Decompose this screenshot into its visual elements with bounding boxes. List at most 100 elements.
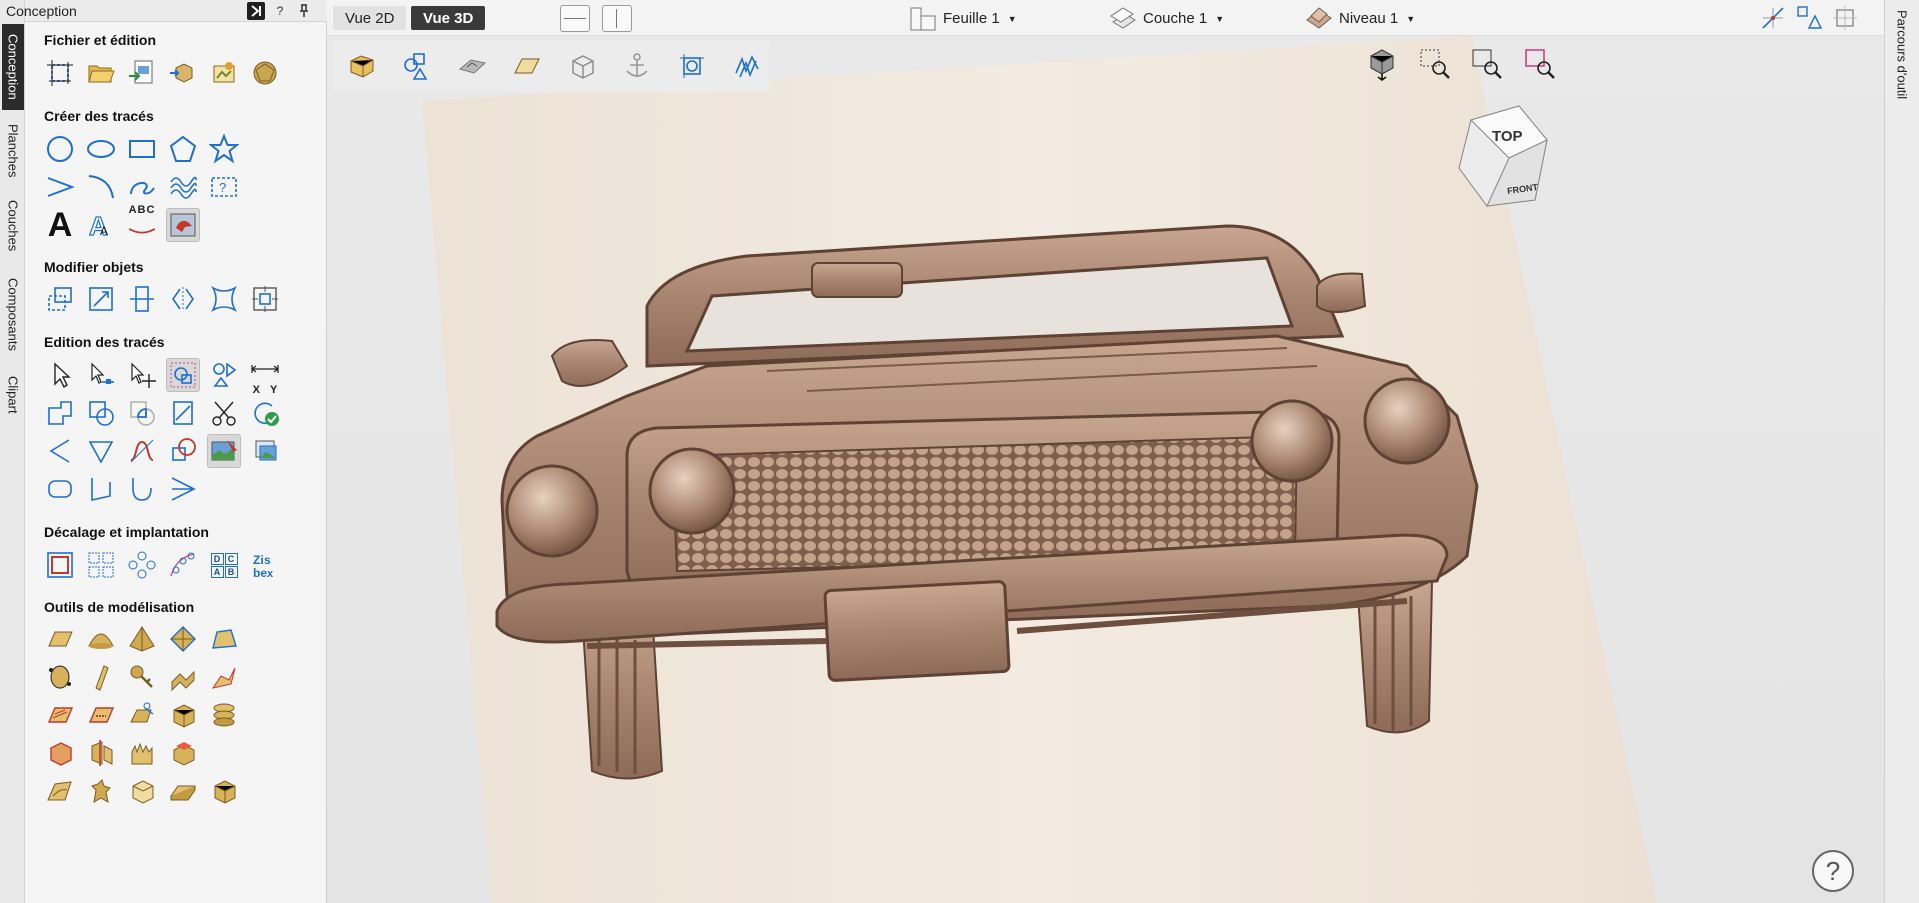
polyline-icon[interactable]: [43, 170, 77, 204]
tab-conception[interactable]: Conception: [2, 24, 24, 110]
text-tool[interactable]: A: [43, 206, 77, 244]
nesting-tool[interactable]: Zi s be x: [248, 548, 282, 582]
center-in-material-icon[interactable]: [248, 282, 282, 316]
model-house-icon[interactable]: [207, 622, 241, 656]
model-sculpt-icon[interactable]: [207, 660, 241, 694]
rounded-rect-icon[interactable]: [43, 472, 77, 506]
bounding-box-icon[interactable]: [675, 49, 709, 83]
model-key-icon[interactable]: [125, 660, 159, 694]
array-copy-icon[interactable]: [84, 548, 118, 582]
import-3d-icon[interactable]: [166, 56, 200, 90]
scissors-icon[interactable]: [207, 396, 241, 430]
shapes-snap-icon[interactable]: [1795, 4, 1823, 32]
shapes-icon[interactable]: [207, 358, 241, 392]
wave-icon[interactable]: [166, 170, 200, 204]
zoom-fit-icon[interactable]: [1467, 44, 1507, 84]
node-edit-icon[interactable]: [84, 358, 118, 392]
toolpath-wave-icon[interactable]: [730, 49, 764, 83]
model-dome-icon[interactable]: [84, 622, 118, 656]
align-icon[interactable]: [125, 282, 159, 316]
open-file-icon[interactable]: [84, 56, 118, 90]
split-horizontal-icon[interactable]: [560, 5, 590, 32]
model-box-icon[interactable]: [207, 774, 241, 808]
model-pattern-icon[interactable]: [84, 698, 118, 732]
subtract-icon[interactable]: [84, 396, 118, 430]
curve-icon[interactable]: [125, 170, 159, 204]
model-corner-icon[interactable]: [166, 736, 200, 770]
view-cube[interactable]: TOP FRONT: [1449, 102, 1549, 212]
collapse-panel-icon[interactable]: [247, 2, 265, 20]
scale-icon[interactable]: [84, 282, 118, 316]
circle-icon[interactable]: [43, 132, 77, 166]
label-grid-tool[interactable]: DC AB: [207, 548, 241, 582]
weld-icon[interactable]: [43, 396, 77, 430]
grid-snap-icon[interactable]: [1831, 4, 1859, 32]
chevron-left-vector-icon[interactable]: [43, 434, 77, 468]
move-icon[interactable]: [43, 282, 77, 316]
model-sweep-icon[interactable]: [43, 660, 77, 694]
model-flame-icon[interactable]: [125, 736, 159, 770]
join-chevron-icon[interactable]: [166, 472, 200, 506]
u-curve-icon[interactable]: [125, 472, 159, 506]
mirror-icon[interactable]: [166, 282, 200, 316]
material-setup-icon[interactable]: [345, 49, 379, 83]
import-image-icon[interactable]: [207, 56, 241, 90]
model-cube-open-icon[interactable]: [125, 774, 159, 808]
layer-dropdown[interactable]: Couche 1 ▼: [1109, 5, 1224, 32]
model-split-icon[interactable]: [84, 736, 118, 770]
group-select-icon[interactable]: [166, 358, 200, 392]
fillet-icon[interactable]: [166, 396, 200, 430]
model-figure-icon[interactable]: [84, 774, 118, 808]
model-coins-icon[interactable]: [207, 698, 241, 732]
polygon-icon[interactable]: [166, 132, 200, 166]
model-plane-icon[interactable]: [43, 622, 77, 656]
copy-along-path-icon[interactable]: [166, 548, 200, 582]
zoom-all-icon[interactable]: [1520, 44, 1560, 84]
ellipse-icon[interactable]: [84, 132, 118, 166]
intersect-icon[interactable]: [125, 396, 159, 430]
offset-icon[interactable]: [43, 548, 77, 582]
star-icon[interactable]: [207, 132, 241, 166]
tab-couches[interactable]: Couches: [2, 194, 24, 258]
offset-curve-icon[interactable]: [166, 434, 200, 468]
model-slab-icon[interactable]: [166, 774, 200, 808]
edit-image-icon[interactable]: [207, 434, 241, 468]
bracket-icon[interactable]: [84, 472, 118, 506]
triangle-down-icon[interactable]: [84, 434, 118, 468]
image-frame-icon[interactable]: [248, 434, 282, 468]
select-arrow-icon[interactable]: [43, 358, 77, 392]
anchor-icon[interactable]: [620, 49, 654, 83]
tab-planches[interactable]: Planches: [2, 118, 24, 184]
level-dropdown[interactable]: Niveau 1 ▼: [1305, 5, 1415, 32]
panel-help-icon[interactable]: ?: [271, 2, 289, 20]
distort-icon[interactable]: [207, 282, 241, 316]
model-red-block-icon[interactable]: [43, 736, 77, 770]
image-plane-icon[interactable]: [455, 49, 489, 83]
text-on-curve-tool[interactable]: ABC: [125, 204, 159, 242]
help-button[interactable]: ?: [1812, 850, 1854, 892]
shaded-view-icon[interactable]: [1362, 44, 1402, 84]
split-vertical-icon[interactable]: [602, 5, 632, 32]
model-block-icon[interactable]: [166, 698, 200, 732]
tab-clipart[interactable]: Clipart: [2, 370, 24, 420]
rectangle-icon[interactable]: [125, 132, 159, 166]
component-sphere-icon[interactable]: [248, 56, 282, 90]
trace-bitmap-icon[interactable]: [166, 208, 200, 242]
model-texture-icon[interactable]: [43, 698, 77, 732]
snap-icon[interactable]: [1759, 4, 1787, 32]
text-outline-icon[interactable]: AA: [84, 208, 118, 242]
surface-plane-icon[interactable]: [510, 49, 544, 83]
model-cut-icon[interactable]: [125, 698, 159, 732]
model-stairs-icon[interactable]: [43, 774, 77, 808]
model-pyramid-icon[interactable]: [125, 622, 159, 656]
import-vectors-icon[interactable]: [125, 56, 159, 90]
zoom-selection-icon[interactable]: [1415, 44, 1455, 84]
transform-arrow-icon[interactable]: [125, 358, 159, 392]
tab-composants[interactable]: Composants: [2, 268, 24, 360]
pin-icon[interactable]: [295, 2, 313, 20]
shapes-3d-icon[interactable]: [400, 49, 434, 83]
model-extrude-icon[interactable]: [84, 660, 118, 694]
close-vector-check-icon[interactable]: [248, 396, 282, 430]
view-2d-tab[interactable]: Vue 2D: [333, 6, 407, 30]
model-diamond-icon[interactable]: [166, 622, 200, 656]
